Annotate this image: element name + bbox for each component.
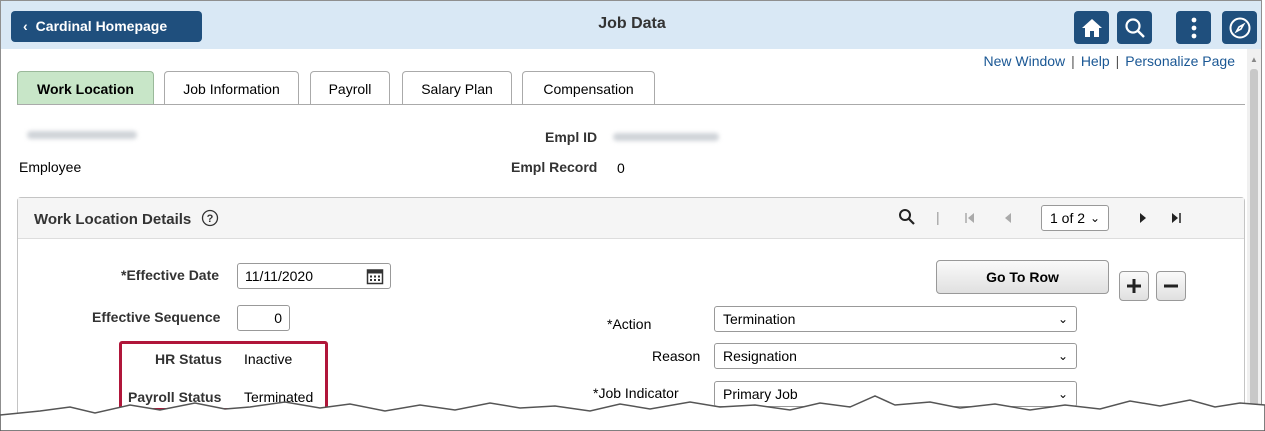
- actions-menu-button[interactable]: [1176, 11, 1211, 44]
- home-icon: [1081, 18, 1102, 37]
- separator: |: [936, 209, 940, 225]
- help-circle-icon[interactable]: ?: [201, 209, 219, 227]
- torn-edge-decoration: [0, 395, 1265, 431]
- minus-icon: [1164, 284, 1178, 288]
- row-pager-value: 1 of 2: [1050, 210, 1086, 226]
- new-window-link[interactable]: New Window: [983, 53, 1065, 69]
- home-button[interactable]: [1074, 11, 1109, 44]
- employee-type: Employee: [19, 159, 82, 175]
- empl-record-value: 0: [617, 160, 625, 176]
- empl-id-redacted: [613, 133, 719, 141]
- action-label: *Action: [607, 316, 652, 332]
- chevron-down-icon: ⌄: [1057, 312, 1068, 326]
- reason-label: Reason: [652, 348, 701, 364]
- panel-title-text: Work Location Details: [34, 211, 192, 228]
- vertical-scrollbar[interactable]: ▲: [1247, 49, 1261, 428]
- effective-sequence-field[interactable]: 0: [237, 305, 290, 331]
- separator: |: [1115, 53, 1120, 69]
- separator: |: [1071, 53, 1075, 69]
- effective-date-label: *Effective Date: [121, 267, 220, 283]
- tab-divider: [17, 104, 1245, 105]
- row-pager-select[interactable]: 1 of 2 ⌄: [1041, 205, 1109, 231]
- navbar-button[interactable]: [1222, 11, 1257, 44]
- help-link[interactable]: Help: [1081, 53, 1110, 69]
- tab-work-location[interactable]: Work Location: [17, 71, 154, 105]
- page-frame: ‹ Cardinal Homepage Job Data New Window | H…: [0, 0, 1262, 429]
- add-row-button[interactable]: [1119, 271, 1149, 301]
- previous-row-icon[interactable]: [1003, 212, 1013, 224]
- empl-id-label: Empl ID: [545, 129, 598, 145]
- effective-date-field[interactable]: 11/11/2020: [237, 263, 391, 289]
- panel-header: Work Location Details ? | 1 of 2 ⌄: [18, 198, 1244, 239]
- tab-job-information[interactable]: Job Information: [164, 71, 299, 105]
- more-vertical-icon: [1191, 17, 1196, 38]
- scroll-up-icon[interactable]: ▲: [1250, 55, 1258, 64]
- effective-date-value: 11/11/2020: [245, 268, 313, 284]
- chevron-down-icon: ⌄: [1089, 211, 1100, 225]
- calendar-icon[interactable]: [366, 267, 384, 285]
- search-icon: [1124, 17, 1145, 38]
- employee-name-redacted: [27, 131, 137, 139]
- reason-select[interactable]: Resignation ⌄: [714, 343, 1077, 369]
- compass-icon: [1229, 17, 1250, 38]
- delete-row-button[interactable]: [1156, 271, 1186, 301]
- tab-salary-plan[interactable]: Salary Plan: [402, 71, 512, 105]
- go-to-row-button[interactable]: Go To Row: [936, 260, 1109, 294]
- header-bar: ‹ Cardinal Homepage Job Data: [1, 1, 1261, 49]
- tab-payroll[interactable]: Payroll: [310, 71, 390, 105]
- page-links: New Window | Help | Personalize Page: [983, 53, 1235, 69]
- effective-sequence-label: Effective Sequence: [92, 309, 221, 325]
- page-title: Job Data: [598, 15, 666, 32]
- action-value: Termination: [723, 311, 796, 327]
- next-row-icon[interactable]: [1138, 212, 1148, 224]
- empl-record-label: Empl Record: [511, 159, 598, 175]
- svg-text:?: ?: [207, 213, 214, 225]
- plus-icon: [1127, 279, 1141, 293]
- first-row-icon[interactable]: [964, 212, 976, 224]
- personalize-page-link[interactable]: Personalize Page: [1125, 53, 1235, 69]
- last-row-icon[interactable]: [1170, 212, 1182, 224]
- action-select[interactable]: Termination ⌄: [714, 306, 1077, 332]
- find-icon[interactable]: [898, 208, 916, 226]
- chevron-down-icon: ⌄: [1057, 349, 1068, 363]
- reason-value: Resignation: [723, 348, 797, 364]
- scroll-thumb[interactable]: [1250, 69, 1258, 428]
- tab-compensation[interactable]: Compensation: [522, 71, 655, 105]
- search-button[interactable]: [1117, 11, 1152, 44]
- panel-title: Work Location Details ?: [34, 209, 219, 228]
